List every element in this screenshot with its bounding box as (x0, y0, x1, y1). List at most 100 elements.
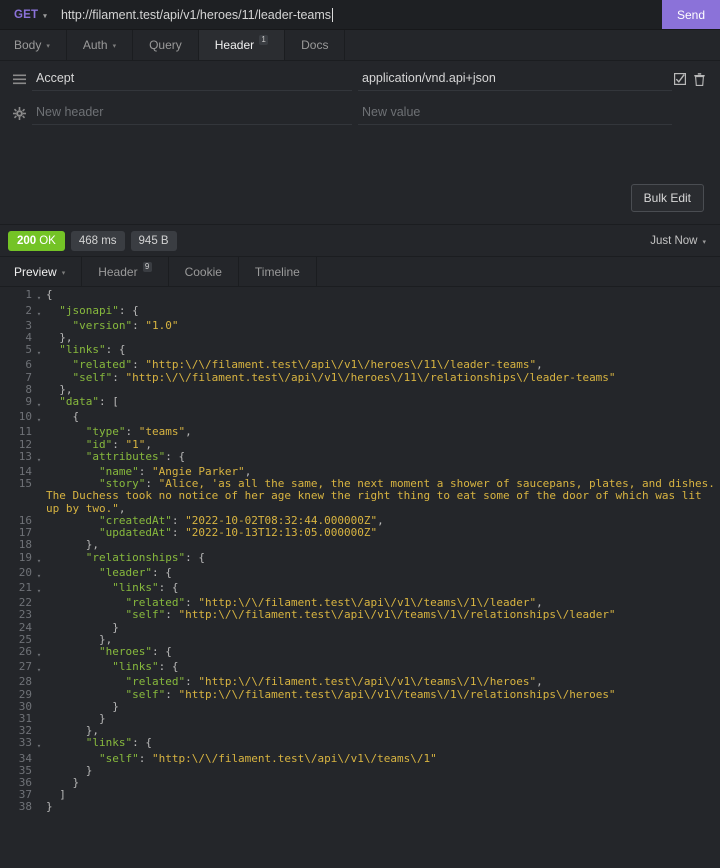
fold-triangle-icon[interactable]: ▾ (34, 396, 44, 411)
bulk-edit-button[interactable]: Bulk Edit (630, 184, 704, 213)
new-header-name-input[interactable]: New header (32, 100, 352, 125)
method-label: GET (14, 8, 39, 21)
code-line: 30} (0, 700, 720, 713)
code-text: }, (59, 382, 73, 396)
response-timestamp-label: Just Now (650, 234, 698, 247)
gear-icon[interactable] (6, 106, 32, 120)
fold-triangle-icon[interactable]: ▾ (34, 305, 44, 320)
fold-triangle-icon[interactable]: ▾ (34, 552, 44, 567)
code-line: 10 ▾ { (0, 411, 720, 426)
code-text: } (46, 800, 53, 814)
fold-triangle-icon[interactable]: ▾ (34, 344, 44, 359)
line-number: 19 (18, 550, 32, 564)
chevron-down-icon: ▾ (702, 238, 706, 246)
code-line: 23 "self": "http:\/\/filament.test\/api\/… (0, 609, 720, 621)
tab-body[interactable]: Body ▾ (0, 30, 67, 60)
new-header-value-placeholder: New value (362, 105, 421, 119)
tab-preview-label: Preview (14, 264, 57, 279)
header-value-input[interactable]: application/vnd.api+json (358, 66, 672, 91)
code-line: 34 "self": "http:\/\/filament.test\/api\/… (0, 751, 720, 765)
fold-triangle-icon[interactable]: ▾ (34, 737, 44, 752)
tab-cookie[interactable]: Cookie (169, 257, 239, 287)
fold-triangle-icon[interactable]: ▾ (34, 582, 44, 597)
code-line: 13 ▾ "attributes": { (0, 449, 720, 466)
checkbox-checked-icon[interactable] (674, 73, 686, 85)
tab-timeline[interactable]: Timeline (239, 257, 317, 287)
text-cursor (332, 7, 334, 22)
fold-triangle-icon[interactable]: ▾ (34, 567, 44, 582)
code-line: 7 "self": "http:\/\/filament.test\/api\/v… (0, 371, 720, 384)
request-tab-bar: Body ▾ Auth ▾ Query Header 1 Docs (0, 30, 720, 61)
code-text: "story": "Alice, 'as all the same, the n… (46, 477, 715, 515)
hamburger-icon[interactable] (6, 74, 32, 85)
chevron-down-icon: ▾ (46, 43, 50, 50)
line-number: 6 (25, 358, 32, 372)
fold-triangle-icon[interactable]: ▾ (34, 661, 44, 676)
chevron-down-icon: ▾ (112, 43, 117, 50)
header-row-actions (672, 72, 712, 86)
fold-triangle-icon[interactable]: ▾ (34, 411, 44, 426)
code-line: 27 ▾ "links": { (0, 660, 720, 676)
line-number: 9 (25, 395, 32, 409)
tab-header-count-badge: 1 (259, 35, 269, 45)
code-line: 3 "version": "1.0" (0, 318, 720, 332)
fold-triangle-icon[interactable]: ▾ (34, 646, 44, 661)
code-text: } (98, 711, 106, 725)
line-number: 11 (18, 425, 32, 439)
new-header-value-input[interactable]: New value (358, 100, 672, 125)
line-number: 1 (25, 288, 32, 302)
code-text: }, (59, 331, 73, 345)
send-button[interactable]: Send (662, 0, 720, 29)
code-text: "self": "http:\/\/filament.test\/api\/v1… (125, 608, 616, 622)
response-time-badge[interactable]: 468 ms (70, 230, 125, 251)
fold-triangle-icon[interactable]: ▾ (34, 289, 44, 304)
method-selector[interactable]: GET ▾ (0, 0, 57, 29)
code-text: "heroes": { (98, 644, 172, 658)
tab-response-header[interactable]: Header 9 (82, 257, 169, 287)
code-text: "links": { (112, 660, 179, 674)
line-number: 15 (18, 477, 32, 491)
tab-cookie-label: Cookie (184, 264, 222, 279)
bulk-edit-area: Bulk Edit (0, 130, 720, 224)
tab-docs-label: Docs (301, 38, 329, 52)
tab-header[interactable]: Header 1 (198, 30, 286, 60)
code-text: "links": { (112, 580, 179, 594)
code-text: "self": "http:\/\/filament.test\/api\/v1… (98, 751, 437, 765)
tab-query[interactable]: Query (133, 30, 199, 60)
code-text: "self": "http:\/\/filament.test\/api\/v1… (125, 687, 616, 701)
header-value-value: application/vnd.api+json (362, 71, 496, 85)
code-line: 37] (0, 788, 720, 801)
tab-docs[interactable]: Docs (285, 30, 346, 60)
response-size-badge[interactable]: 945 B (130, 230, 177, 251)
code-text: "version": "1.0" (72, 318, 179, 332)
code-text: "jsonapi": { (59, 303, 139, 317)
status-badge[interactable]: 200 OK (8, 230, 65, 251)
url-bar: GET ▾ http://filament.test/api/v1/heroes… (0, 0, 720, 30)
trash-icon[interactable] (694, 72, 705, 86)
fold-triangle-icon[interactable]: ▾ (34, 451, 44, 466)
header-row: Accept application/vnd.api+json (0, 62, 720, 96)
line-number: 13 (18, 449, 32, 463)
code-text: "leader": { (98, 565, 172, 579)
header-name-input[interactable]: Accept (32, 66, 352, 91)
url-input[interactable]: http://filament.test/api/v1/heroes/11/le… (57, 0, 662, 29)
tab-auth[interactable]: Auth ▾ (67, 30, 134, 60)
tab-preview[interactable]: Preview ▾ (0, 257, 83, 287)
line-number: 38 (18, 800, 32, 814)
tab-query-label: Query (149, 38, 182, 52)
response-tab-bar: Preview ▾ Header 9 Cookie Timeline (0, 256, 720, 288)
code-line: 33 ▾ "links": { (0, 737, 720, 752)
line-number: 23 (18, 608, 32, 622)
line-number: 27 (18, 660, 32, 674)
response-body-viewer[interactable]: 1 ▾{2 ▾ "jsonapi": {3 "version": "1.0" 4}, 5 ▾ "… (0, 287, 720, 868)
response-history-selector[interactable]: Just Now ▾ (650, 235, 710, 247)
